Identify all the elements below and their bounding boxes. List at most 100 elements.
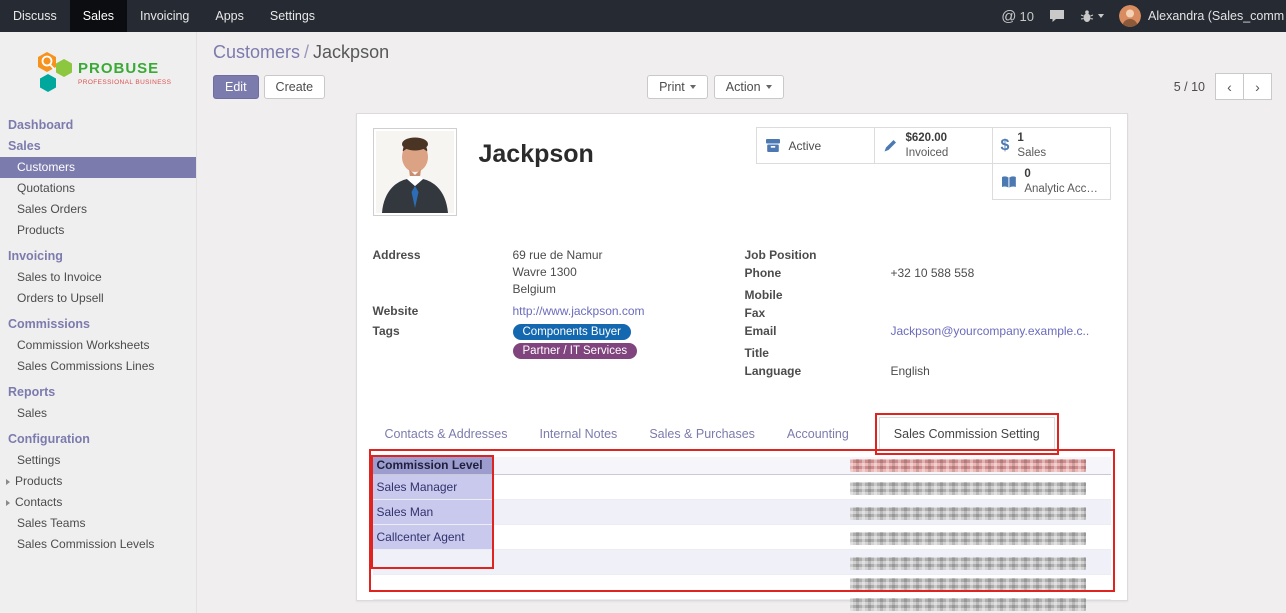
main-content: Customers/Jackpson Edit Create Print Act…: [197, 32, 1286, 613]
caret-down-icon: [690, 85, 696, 89]
chevron-right-icon: [6, 479, 10, 485]
sheet-header: Jackpson Active: [373, 128, 1111, 220]
caret-down-icon: [1098, 14, 1104, 18]
mentions-button[interactable]: @ 10: [1001, 8, 1034, 25]
notebook-tabs: Contacts & Addresses Internal Notes Sale…: [373, 417, 1111, 451]
sidebar-heading-dashboard[interactable]: Dashboard: [0, 115, 196, 136]
commission-level-cell: Sales Manager: [373, 475, 493, 499]
menu-invoicing[interactable]: Invoicing: [127, 0, 202, 32]
form-fields: Address 69 rue de Namur Wavre 1300 Belgi…: [373, 248, 1111, 381]
menu-discuss[interactable]: Discuss: [0, 0, 70, 32]
sidebar-heading-invoicing[interactable]: Invoicing: [0, 246, 196, 267]
analytic-accounts-stat-button[interactable]: 0 Analytic Acco...: [992, 163, 1111, 200]
tab-accounting[interactable]: Accounting: [785, 418, 851, 450]
dollar-icon: $: [1001, 137, 1010, 155]
commission-level-cell: Sales Man: [373, 500, 493, 524]
screen: Discuss Sales Invoicing Apps Settings @ …: [0, 0, 1286, 613]
pager-previous-button[interactable]: ‹: [1215, 73, 1244, 100]
pencil-icon: [883, 138, 898, 153]
sidebar-item-config-contacts[interactable]: Contacts: [0, 492, 196, 513]
form-sheet: Jackpson Active: [356, 113, 1128, 601]
breadcrumb-customers-link[interactable]: Customers: [213, 42, 300, 62]
fax-label: Fax: [745, 306, 891, 321]
topbar: Discuss Sales Invoicing Apps Settings @ …: [0, 0, 1286, 32]
tag-components-buyer: Components Buyer: [513, 324, 631, 340]
sidebar-heading-reports[interactable]: Reports: [0, 382, 196, 403]
language-value: English: [891, 364, 930, 378]
sidebar-item-orders-to-upsell[interactable]: Orders to Upsell: [0, 288, 196, 309]
commission-table: Commission Level Sales Manager Sales Man…: [373, 457, 1111, 613]
address-value: 69 rue de Namur Wavre 1300 Belgium: [513, 248, 603, 299]
pager-next-button[interactable]: ›: [1243, 73, 1272, 100]
sidebar-heading-configuration[interactable]: Configuration: [0, 429, 196, 450]
page-title: Jackpson: [479, 140, 594, 220]
job-position-label: Job Position: [745, 248, 891, 263]
edit-button[interactable]: Edit: [213, 75, 259, 99]
redacted-blur: [850, 482, 1086, 495]
sidebar-item-settings[interactable]: Settings: [0, 450, 196, 471]
tab-sales-commission-setting[interactable]: Sales Commission Setting: [879, 417, 1055, 451]
sales-stat-button[interactable]: $ 1 Sales: [992, 127, 1111, 164]
redacted-blur: [850, 598, 1086, 611]
sidebar-heading-commissions[interactable]: Commissions: [0, 314, 196, 335]
action-dropdown-button[interactable]: Action: [714, 75, 784, 99]
mobile-label: Mobile: [745, 288, 891, 303]
sidebar-heading-sales[interactable]: Sales: [0, 136, 196, 157]
book-icon: [1001, 175, 1017, 189]
sidebar-item-config-products[interactable]: Products: [0, 471, 196, 492]
sidebar-item-products[interactable]: Products: [0, 220, 196, 241]
redacted-blur: [850, 507, 1086, 520]
sidebar-item-sales-teams[interactable]: Sales Teams: [0, 513, 196, 534]
sidebar-item-customers[interactable]: Customers: [0, 157, 196, 178]
fields-right-column: Job Position Phone +32 10 588 558 Mobile…: [745, 248, 1111, 381]
chat-icon[interactable]: [1049, 9, 1065, 23]
fields-left-column: Address 69 rue de Namur Wavre 1300 Belgi…: [373, 248, 745, 381]
tags-value: Components Buyer Partner / IT Services: [513, 324, 638, 362]
at-icon: @: [1001, 8, 1016, 25]
redacted-blur: [850, 532, 1086, 545]
menu-settings[interactable]: Settings: [257, 0, 328, 32]
sidebar-item-commission-worksheets[interactable]: Commission Worksheets: [0, 335, 196, 356]
menu-sales[interactable]: Sales: [70, 0, 127, 32]
archive-icon: [765, 138, 781, 153]
topbar-right: @ 10: [1001, 0, 1286, 32]
sidebar-item-sales-commissions-lines[interactable]: Sales Commissions Lines: [0, 356, 196, 377]
language-label: Language: [745, 364, 891, 378]
tab-contacts-addresses[interactable]: Contacts & Addresses: [383, 418, 510, 450]
probuse-logo-icon: [34, 50, 74, 96]
menu-apps[interactable]: Apps: [202, 0, 257, 32]
website-link[interactable]: http://www.jackpson.com: [513, 304, 645, 318]
control-panel-buttons: Edit Create Print Action 5 / 10 ‹ ›: [213, 73, 1272, 100]
redacted-blur: [850, 578, 1086, 591]
chevron-right-icon: [6, 500, 10, 506]
logo-title: PROBUSE: [78, 60, 171, 77]
column-header-commission-level[interactable]: Commission Level: [373, 457, 493, 474]
sidebar-item-sales-orders[interactable]: Sales Orders: [0, 199, 196, 220]
sidebar-item-sales-commission-levels[interactable]: Sales Commission Levels: [0, 534, 196, 555]
invoiced-stat-button[interactable]: $620.00 Invoiced: [874, 127, 993, 164]
control-panel: Customers/Jackpson Edit Create Print Act…: [197, 32, 1286, 100]
sidebar-item-quotations[interactable]: Quotations: [0, 178, 196, 199]
breadcrumb-separator: /: [300, 42, 313, 62]
commission-level-cell: [373, 550, 493, 574]
active-toggle-button[interactable]: Active: [756, 127, 875, 164]
sidebar-item-label: Products: [15, 471, 62, 492]
phone-label: Phone: [745, 266, 891, 280]
tab-internal-notes[interactable]: Internal Notes: [537, 418, 619, 450]
print-dropdown-button[interactable]: Print: [647, 75, 708, 99]
email-link[interactable]: Jackpson@yourcompany.example.c..: [891, 324, 1090, 338]
sidebar-item-sales-to-invoice[interactable]: Sales to Invoice: [0, 267, 196, 288]
tags-label: Tags: [373, 324, 513, 362]
redacted-blur: [850, 557, 1086, 570]
sidebar-item-reports-sales[interactable]: Sales: [0, 403, 196, 424]
mention-count: 10: [1020, 9, 1034, 24]
debug-menu-button[interactable]: [1080, 9, 1104, 23]
pager-count: 5 / 10: [1174, 80, 1205, 94]
address-label: Address: [373, 248, 513, 299]
breadcrumb: Customers/Jackpson: [213, 42, 1272, 63]
sidebar: PROBUSE PROFESSIONAL BUSINESS Dashboard …: [0, 32, 197, 613]
tab-sales-purchases[interactable]: Sales & Purchases: [647, 418, 757, 450]
phone-value: +32 10 588 558: [891, 266, 975, 280]
create-button[interactable]: Create: [264, 75, 326, 99]
user-menu[interactable]: Alexandra (Sales_comm..: [1119, 5, 1284, 27]
